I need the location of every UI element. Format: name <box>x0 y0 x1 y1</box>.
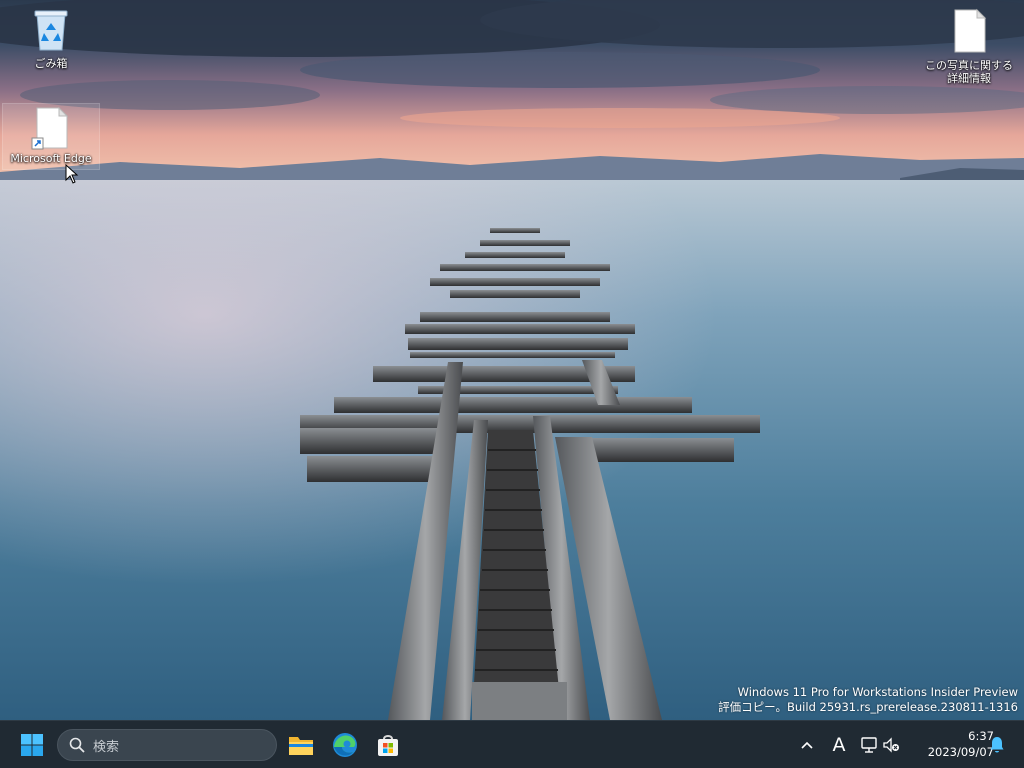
shortcut-file-icon <box>31 106 71 150</box>
file-explorer-icon <box>289 737 313 755</box>
mouse-cursor-icon <box>65 164 79 184</box>
taskbar-search-box[interactable]: 検索 <box>57 729 277 761</box>
network-volume-button[interactable] <box>859 733 901 757</box>
taskbar-app-edge[interactable] <box>327 727 363 763</box>
desktop-icon-recycle-bin[interactable]: ごみ箱 <box>3 8 99 70</box>
ime-mode-indicator[interactable]: A <box>828 733 850 757</box>
clock-date: 2023/09/07 <box>927 745 994 759</box>
desktop-icon-label: この写真に関する詳細情報 <box>925 59 1013 85</box>
edge-icon <box>333 733 357 757</box>
notifications-button[interactable] <box>988 733 1006 757</box>
start-button[interactable] <box>14 727 50 763</box>
watermark-line-1: Windows 11 Pro for Workstations Insider … <box>737 685 1018 699</box>
search-placeholder: 検索 <box>93 739 120 755</box>
taskbar-app-microsoft-store[interactable] <box>370 727 406 763</box>
microsoft-store-icon <box>378 735 398 756</box>
watermark-line-2: 評価コピー。Build 25931.rs_prerelease.230811-1… <box>718 700 1018 714</box>
wallpaper <box>0 0 1024 720</box>
taskbar: 検索 A 6:37 2023/09/07 <box>0 720 1024 768</box>
desktop-icon-microsoft-edge[interactable]: Microsoft Edge <box>2 103 100 170</box>
desktop-icon-photo-info[interactable]: この写真に関する詳細情報 <box>921 8 1017 85</box>
desktop[interactable]: ごみ箱 Microsoft Edge この写真に関する詳細情報 Windows … <box>0 0 1024 720</box>
file-icon <box>921 8 1017 57</box>
search-icon <box>69 737 85 753</box>
taskbar-app-file-explorer[interactable] <box>283 727 319 763</box>
show-hidden-icons-button[interactable] <box>797 733 817 757</box>
build-watermark: Windows 11 Pro for Workstations Insider … <box>718 685 1018 715</box>
desktop-icon-label: ごみ箱 <box>34 57 68 70</box>
volume-muted-icon <box>883 737 899 753</box>
taskbar-clock[interactable]: 6:37 2023/09/07 <box>920 728 994 760</box>
clock-time: 6:37 <box>968 729 994 743</box>
bell-icon <box>990 737 1004 753</box>
network-icon <box>861 737 877 753</box>
recycle-bin-icon <box>3 8 99 55</box>
chevron-up-icon <box>801 741 813 749</box>
windows-logo-icon <box>21 734 43 756</box>
desktop-icon-label: Microsoft Edge <box>10 152 92 165</box>
